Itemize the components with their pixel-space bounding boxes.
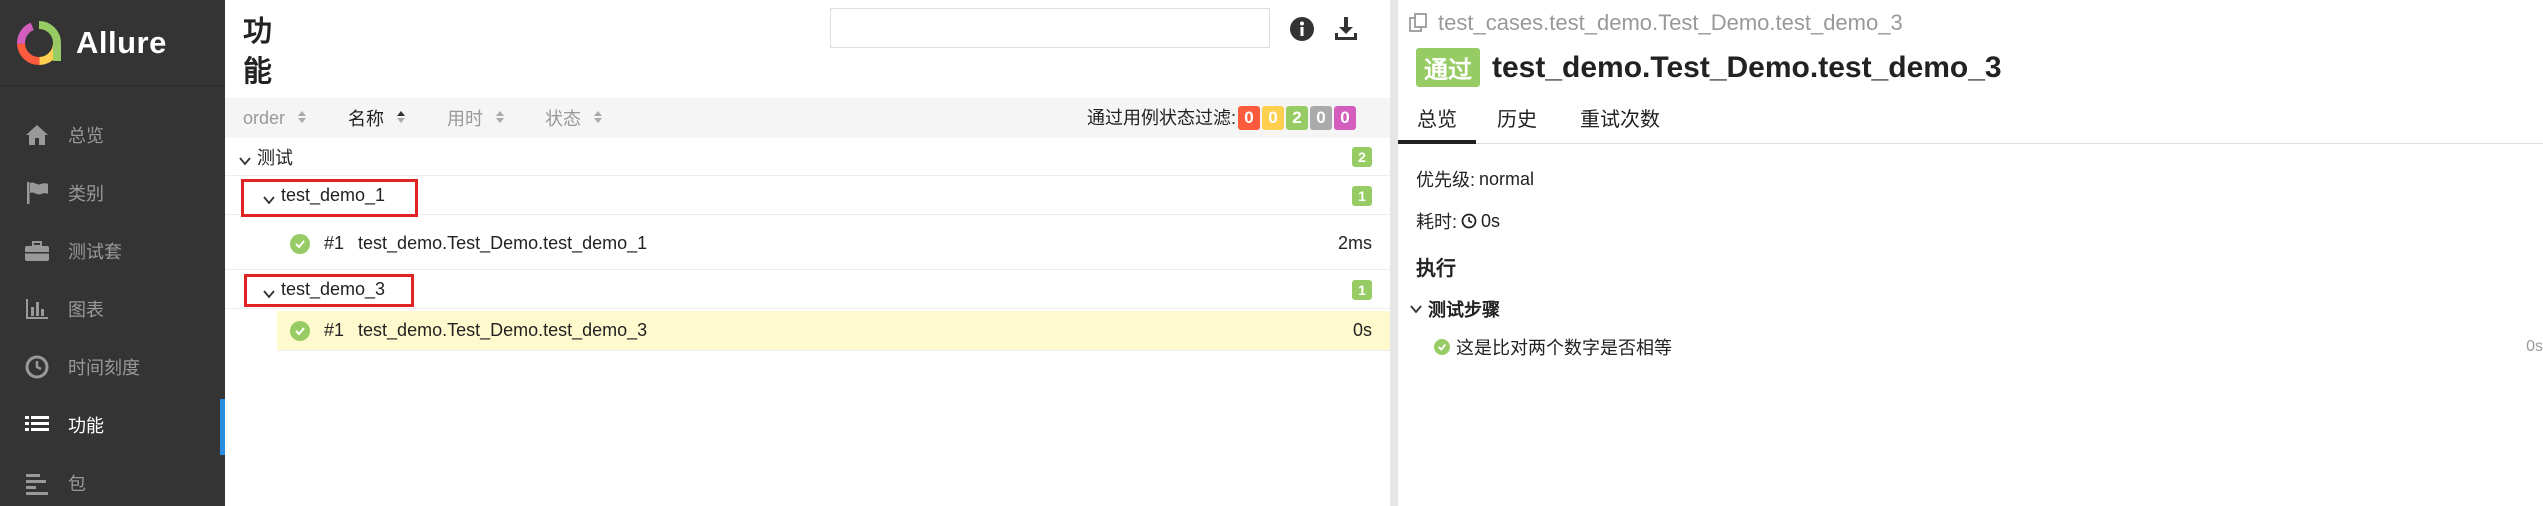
case-name: test_demo.Test_Demo.test_demo_3 (358, 320, 648, 340)
align-left-icon (22, 468, 52, 498)
group-label: 测试 (257, 147, 293, 168)
count-badge: 1 (1352, 185, 1372, 206)
passed-status-icon (290, 233, 310, 254)
test-case-row[interactable]: #1 test_demo.Test_Demo.test_demo_1 2ms (225, 218, 1390, 270)
duration-line: 耗时: 0s (1416, 208, 1500, 234)
severity-label: 优先级: (1416, 170, 1476, 190)
clock-icon (1461, 213, 1477, 229)
sidebar-item-graphs[interactable]: 图表 (0, 280, 225, 338)
brand[interactable]: Allure (0, 0, 225, 86)
steps-title: 测试步骤 (1428, 300, 1500, 320)
sidebar-item-label: 包 (68, 474, 86, 494)
list-icon (22, 410, 52, 440)
sidebar: Allure 总览 类别 测试套 图表 时间刻度 功能 包 (0, 0, 225, 506)
filter-failed[interactable]: 0 (1238, 106, 1260, 130)
sort-by-order[interactable]: order (243, 108, 307, 129)
sidebar-item-label: 测试套 (68, 242, 122, 262)
page-title: 功能 (243, 16, 273, 88)
tab-retries[interactable]: 重试次数 (1561, 102, 1679, 144)
sort-by-name[interactable]: 名称 (348, 105, 406, 131)
test-full-name: test_cases.test_demo.Test_Demo.test_demo… (1408, 10, 1903, 36)
sort-icon (297, 108, 307, 129)
sidebar-item-suites[interactable]: 测试套 (0, 222, 225, 280)
sidebar-item-behaviors[interactable]: 功能 (0, 396, 225, 455)
case-order: #1 (324, 233, 345, 253)
sidebar-item-label: 类别 (68, 184, 104, 204)
execution-title: 执行 (1416, 258, 1456, 280)
duration-label: 耗时: (1416, 212, 1458, 232)
clock-icon (22, 352, 52, 382)
tree-pane: 功能 order 名称 用时 状态 通过用例状态过滤: 0 0 2 0 0 测试… (225, 0, 1390, 506)
status-filter: 0 0 2 0 0 (1238, 106, 1356, 130)
sidebar-item-label: 功能 (68, 416, 104, 436)
case-name: test_demo.Test_Demo.test_demo_1 (358, 233, 648, 253)
test-case-row-selected[interactable]: #1 test_demo.Test_Demo.test_demo_3 0s (277, 311, 1390, 351)
sidebar-item-label: 总览 (68, 126, 104, 146)
steps-header[interactable]: 测试步骤 (1410, 296, 1500, 322)
sort-label: order (243, 107, 286, 128)
sort-label: 用时 (447, 109, 483, 129)
sidebar-item-overview[interactable]: 总览 (0, 106, 225, 164)
test-detail-pane: test_cases.test_demo.Test_Demo.test_demo… (1398, 0, 2543, 506)
sort-label: 状态 (545, 109, 581, 129)
severity-value: normal (1479, 168, 1535, 189)
sort-icon (396, 108, 406, 129)
info-icon[interactable] (1287, 14, 1317, 44)
test-name: test_demo.Test_Demo.test_demo_3 (1492, 50, 2002, 84)
pane-splitter[interactable] (1390, 0, 1398, 506)
step-name: 这是比对两个数字是否相等 (1456, 338, 1672, 358)
sort-icon (495, 108, 505, 129)
flag-icon (22, 178, 52, 208)
tab-overview[interactable]: 总览 (1398, 102, 1476, 144)
download-icon[interactable] (1331, 14, 1361, 44)
case-order: #1 (324, 320, 345, 340)
severity-line: 优先级: normal (1416, 166, 1534, 192)
sidebar-item-label: 图表 (68, 300, 104, 320)
sidebar-item-packages[interactable]: 包 (0, 454, 225, 506)
sort-by-status[interactable]: 状态 (545, 105, 603, 131)
sort-icon (593, 108, 603, 129)
bar-chart-icon (22, 294, 52, 324)
detail-tabs: 总览 历史 重试次数 (1398, 102, 2543, 144)
filter-skipped[interactable]: 0 (1310, 106, 1332, 130)
step-row[interactable]: 这是比对两个数字是否相等 0s (1434, 334, 2543, 360)
case-duration: 2ms (1337, 233, 1372, 253)
status-filter-label: 通过用例状态过滤: (1087, 108, 1237, 128)
count-badge: 2 (1352, 146, 1372, 167)
brand-name: Allure (76, 24, 167, 60)
sort-by-duration[interactable]: 用时 (447, 105, 505, 131)
passed-status-icon (290, 320, 310, 341)
count-badge: 1 (1352, 279, 1372, 300)
copy-icon[interactable] (1408, 12, 1430, 34)
chevron-down-icon (239, 151, 251, 165)
sidebar-item-timeline[interactable]: 时间刻度 (0, 338, 225, 396)
filter-passed[interactable]: 2 (1286, 106, 1308, 130)
test-title: 通过 test_demo.Test_Demo.test_demo_3 (1416, 48, 2002, 87)
status-badge: 通过 (1416, 48, 1480, 87)
allure-logo-icon (16, 20, 62, 66)
briefcase-icon (22, 236, 52, 266)
highlight-box (244, 274, 414, 307)
case-duration: 0s (1352, 320, 1372, 340)
duration-value: 0s (1481, 210, 1501, 231)
passed-status-icon (1434, 339, 1450, 355)
filter-unknown[interactable]: 0 (1334, 106, 1356, 130)
chevron-down-icon (1410, 303, 1422, 315)
sidebar-nav: 总览 类别 测试套 图表 时间刻度 功能 包 (0, 106, 225, 506)
tree-group[interactable]: 测试 2 (225, 138, 1390, 176)
highlight-box (241, 179, 418, 217)
home-icon (22, 120, 52, 150)
sidebar-item-label: 时间刻度 (68, 358, 140, 378)
sort-label: 名称 (348, 109, 384, 129)
tab-history[interactable]: 历史 (1478, 102, 1556, 144)
sort-bar: order 名称 用时 状态 通过用例状态过滤: 0 0 2 0 0 (225, 98, 1390, 138)
step-duration: 0s (2526, 338, 2543, 355)
sidebar-item-categories[interactable]: 类别 (0, 164, 225, 222)
filter-broken[interactable]: 0 (1262, 106, 1284, 130)
full-name-text: test_cases.test_demo.Test_Demo.test_demo… (1438, 10, 1903, 35)
search-input[interactable] (830, 8, 1270, 48)
